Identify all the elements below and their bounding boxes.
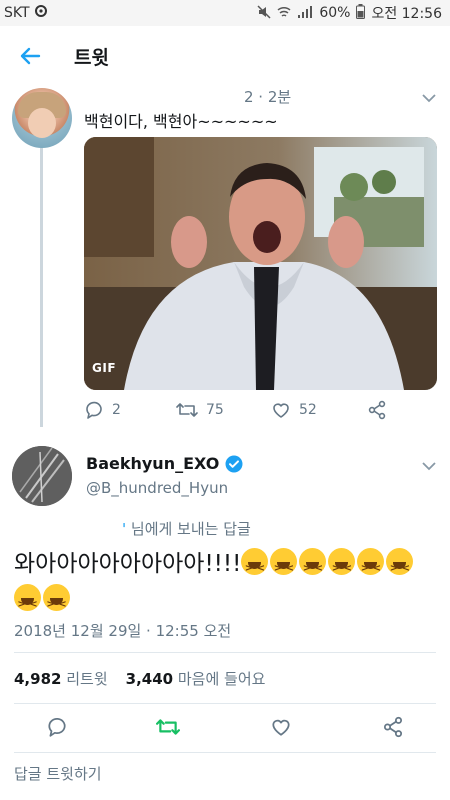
retweet-count: 75	[206, 402, 224, 418]
divider	[14, 752, 436, 753]
retweet-icon	[176, 403, 198, 417]
battery-icon	[356, 3, 366, 23]
share-icon	[383, 716, 403, 738]
chevron-down-icon	[422, 462, 436, 471]
laughing-emoji-icon	[386, 548, 414, 587]
retweets-stat[interactable]: 4,982 리트윗	[14, 668, 108, 689]
author-handle[interactable]: @B_hundred_Hyun	[86, 479, 228, 497]
signal-icon	[297, 5, 313, 22]
sync-icon	[34, 4, 48, 22]
app-header: 트윗	[0, 26, 450, 86]
tweet-body: 와아아아아아아아아!!!!	[14, 546, 434, 623]
author-display-name: Baekhyun_EXO	[86, 454, 220, 473]
tweet-actions	[0, 716, 450, 744]
battery-level: 60%	[319, 5, 351, 21]
laughing-emoji-icon	[14, 584, 41, 623]
likes-stat[interactable]: 3,440 마음에 들어요	[126, 668, 266, 689]
laughing-emoji-icon	[241, 548, 269, 587]
retweets-label: 리트윗	[66, 670, 108, 688]
tweet-text: 와아아아아아아아아!!!!	[14, 551, 242, 577]
reply-count: 2	[112, 402, 121, 418]
reply-compose-input[interactable]: 답글 트윗하기	[14, 763, 102, 784]
back-arrow-icon	[20, 47, 41, 65]
author-name-row[interactable]: Baekhyun_EXO	[86, 454, 243, 473]
parent-more-button[interactable]	[422, 88, 436, 107]
tweet-timestamp: 2018년 12월 29일 · 12:55 오전	[14, 622, 232, 640]
parent-share-button[interactable]	[367, 400, 387, 420]
reply-to-suffix: 님에게 보내는 답글	[126, 520, 251, 538]
wifi-icon	[277, 5, 291, 22]
tweet-gif-media[interactable]	[84, 137, 437, 390]
reply-icon	[86, 401, 102, 419]
reply-icon	[48, 717, 66, 737]
laughing-emoji-icon	[43, 584, 70, 623]
chevron-down-icon	[422, 94, 436, 103]
like-count: 52	[299, 402, 317, 418]
status-bar: SKT 60% 오전 12:56	[0, 0, 450, 26]
heart-icon	[272, 719, 290, 736]
verified-badge-icon	[225, 455, 243, 472]
like-button[interactable]	[270, 716, 292, 742]
parent-tweet-text: 백현이다, 백현아~~~~~~	[84, 112, 278, 131]
mute-icon	[257, 4, 271, 22]
clock: 오전 12:56	[371, 6, 442, 22]
back-button[interactable]	[0, 26, 60, 86]
retweet-icon	[156, 719, 180, 735]
replying-to-line: ' 님에게 보내는 답글	[122, 518, 251, 539]
heart-icon	[273, 403, 289, 418]
divider	[14, 703, 436, 704]
share-button[interactable]	[382, 716, 404, 742]
parent-tweet-meta: 2 · 2분	[244, 88, 292, 106]
thread-connector-line	[40, 142, 43, 427]
parent-retweet-button[interactable]: 75	[176, 400, 224, 420]
parent-author-avatar[interactable]	[12, 88, 72, 148]
laughing-emoji-icon	[328, 548, 356, 587]
share-icon	[368, 400, 386, 420]
carrier-label: SKT	[4, 5, 30, 21]
laughing-emoji-icon	[357, 548, 385, 587]
gif-still-image	[84, 137, 437, 390]
retweet-button[interactable]	[156, 716, 180, 742]
gif-badge: GIF	[92, 361, 117, 375]
tweet-stats: 4,982 리트윗 3,440 마음에 들어요	[14, 668, 265, 689]
page-title: 트윗	[74, 46, 109, 69]
retweets-count: 4,982	[14, 670, 62, 688]
laughing-emoji-icon	[299, 548, 327, 587]
laughing-emoji-icon	[270, 548, 298, 587]
tweet-more-button[interactable]	[422, 456, 436, 475]
reply-button[interactable]	[46, 716, 68, 742]
likes-label: 마음에 들어요	[177, 670, 266, 688]
parent-like-button[interactable]: 52	[271, 400, 317, 420]
divider	[14, 652, 436, 653]
parent-reply-button[interactable]: 2	[84, 400, 121, 420]
likes-count: 3,440	[125, 670, 174, 688]
author-avatar[interactable]	[12, 446, 72, 506]
parent-tweet-actions: 2 75 52	[84, 400, 414, 424]
